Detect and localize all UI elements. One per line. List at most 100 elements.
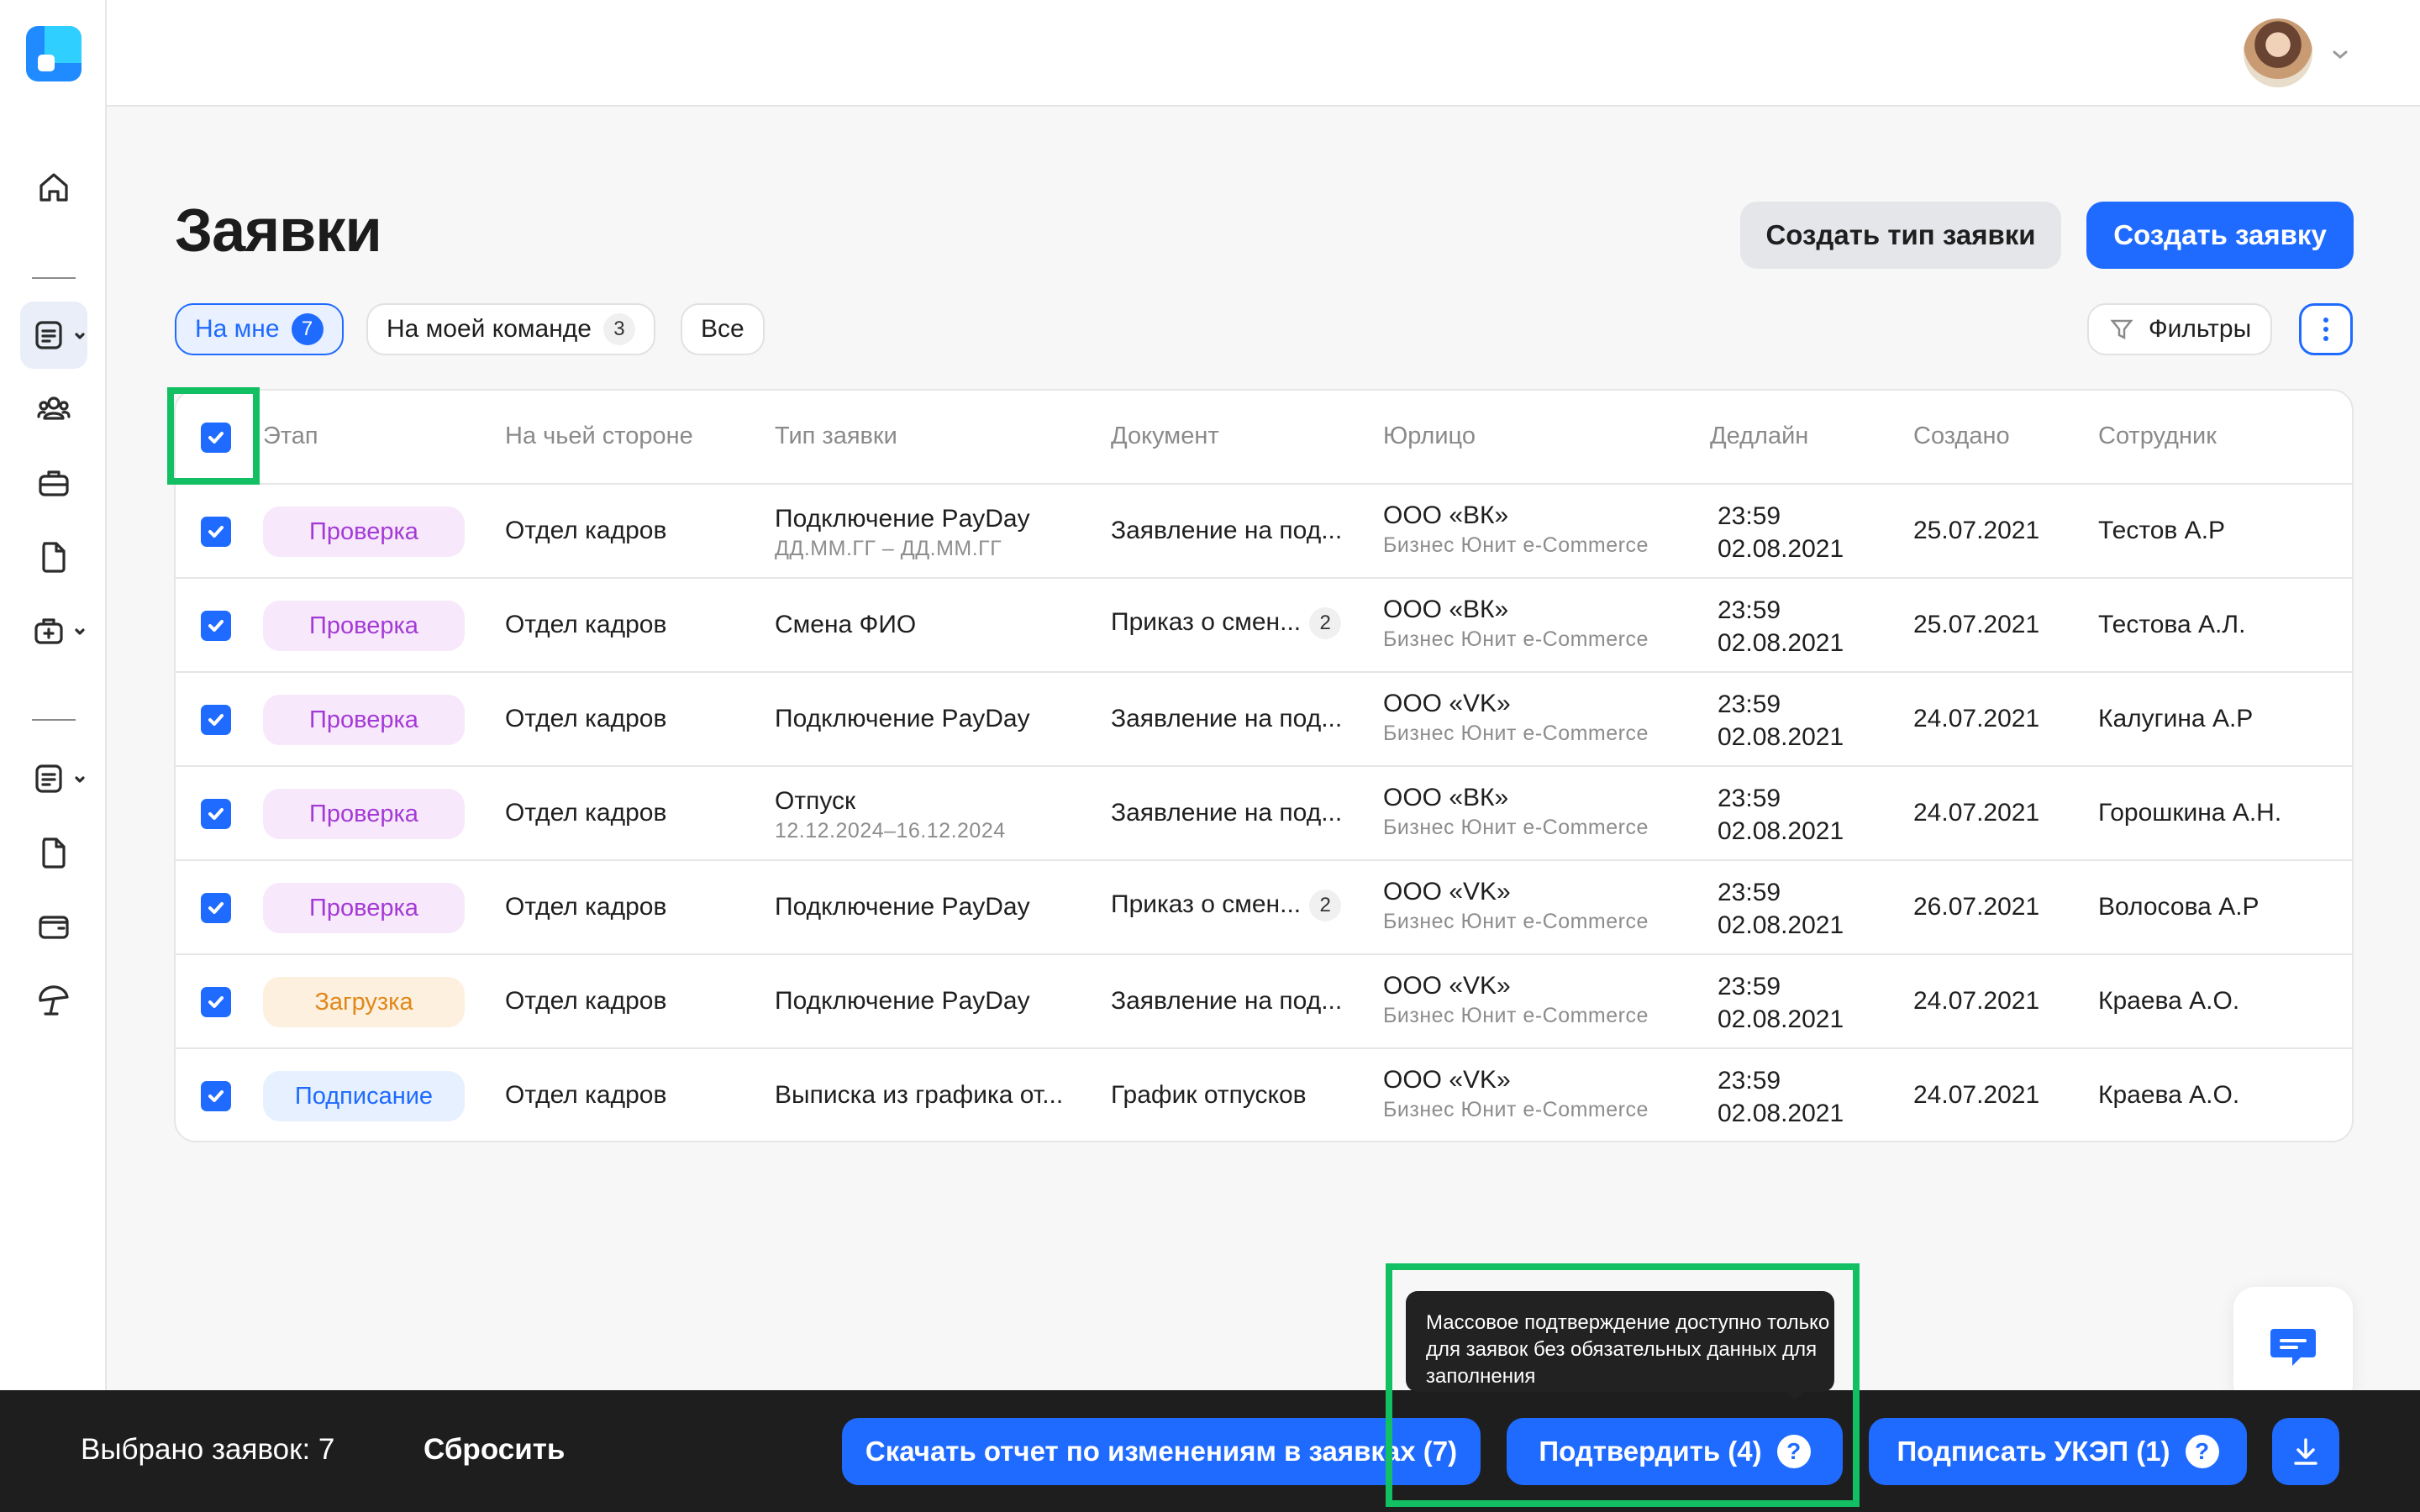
briefcase-icon[interactable] <box>20 449 87 517</box>
document-cell[interactable]: Приказ о смен... 2 <box>1111 607 1342 639</box>
tab-count-badge: 3 <box>602 313 635 345</box>
deadline-cell: 23:59 02.08.2021 <box>1718 688 1844 753</box>
table-row[interactable]: Проверка Отдел кадров Подключение PayDay… <box>176 485 2352 579</box>
table-row[interactable]: Проверка Отдел кадров Смена ФИО Приказ о… <box>176 579 2352 673</box>
column-header[interactable]: Создано <box>1913 423 2010 450</box>
org-unit: Бизнес Юнит e-Commerce <box>1383 1098 1649 1121</box>
download-icon <box>2294 1438 2317 1465</box>
deadline-time: 23:59 <box>1718 596 1781 624</box>
tab-all[interactable]: Все <box>681 303 765 355</box>
table-row[interactable]: Проверка Отдел кадров Отпуск 12.12.2024–1… <box>176 767 2352 861</box>
tab-on-me[interactable]: На мне 7 <box>175 303 344 355</box>
document-cell[interactable]: Заявление на под... <box>1111 705 1342 733</box>
type-label: Подключение PayDay <box>775 987 1030 1015</box>
type-cell: Подключение PayDay <box>775 987 1030 1016</box>
list-icon[interactable] <box>20 745 87 812</box>
app-logo[interactable] <box>26 26 82 81</box>
more-options-button[interactable] <box>2299 303 2353 355</box>
created-cell: 24.07.2021 <box>1913 705 2040 732</box>
type-cell: Отпуск 12.12.2024–16.12.2024 <box>775 787 1006 843</box>
download-button[interactable] <box>2272 1418 2339 1485</box>
side-cell: Отдел кадров <box>505 987 667 1015</box>
column-header[interactable]: На чьей стороне <box>505 423 693 450</box>
reset-button[interactable]: Сбросить <box>424 1433 565 1467</box>
page-title: Заявки <box>175 197 382 265</box>
created-cell: 24.07.2021 <box>1913 1081 2040 1109</box>
type-dates: ДД.ММ.ГГ – ДД.ММ.ГГ <box>775 537 1002 560</box>
org-cell: ООО «ВК» Бизнес Юнит e-Commerce <box>1383 784 1649 840</box>
create-request-button[interactable]: Создать заявку <box>2086 202 2354 269</box>
user-avatar[interactable] <box>2244 18 2312 87</box>
type-cell: Подключение PayDay ДД.ММ.ГГ – ДД.ММ.ГГ <box>775 505 1030 561</box>
row-checkbox[interactable] <box>201 987 231 1017</box>
help-icon[interactable]: ? <box>1776 1435 1811 1468</box>
org-unit: Бизнес Юнит e-Commerce <box>1383 910 1649 933</box>
column-header[interactable]: Документ <box>1111 423 1219 450</box>
column-header[interactable]: Этап <box>263 423 318 450</box>
stage-badge: Проверка <box>263 601 465 651</box>
column-header[interactable]: Сотрудник <box>2098 423 2217 450</box>
document-label: Заявление на под... <box>1111 987 1343 1015</box>
help-icon[interactable]: ? <box>2185 1435 2219 1468</box>
requests-icon[interactable] <box>20 302 87 369</box>
sign-ukep-button[interactable]: Подписать УКЭП (1) ? <box>1869 1418 2247 1485</box>
home-icon[interactable] <box>20 154 87 221</box>
column-header[interactable]: Дедлайн <box>1710 423 1808 450</box>
tab-my-team[interactable]: На моей команде 3 <box>366 303 655 355</box>
document-cell[interactable]: Заявление на под... <box>1111 517 1342 545</box>
filters-button[interactable]: Фильтры <box>2087 303 2272 355</box>
employee-cell: Калугина А.Р <box>2098 705 2254 732</box>
umbrella-icon[interactable] <box>20 967 87 1034</box>
confirm-button[interactable]: Подтвердить (4) ? <box>1507 1418 1843 1485</box>
table-row[interactable]: Проверка Отдел кадров Подключение PayDay… <box>176 861 2352 955</box>
chat-button[interactable] <box>2233 1287 2353 1406</box>
document-cell[interactable]: Приказ о смен... 2 <box>1111 890 1342 921</box>
org-unit: Бизнес Юнит e-Commerce <box>1383 816 1649 839</box>
table-row[interactable]: Подписание Отдел кадров Выписка из графи… <box>176 1049 2352 1141</box>
org-name: ООО «ВК» <box>1383 501 1509 529</box>
row-checkbox[interactable] <box>201 893 231 923</box>
created-cell: 25.07.2021 <box>1913 517 2040 544</box>
medkit-icon[interactable] <box>20 597 87 664</box>
selected-count: Выбрано заявок: 7 <box>81 1433 335 1466</box>
deadline-date: 02.08.2021 <box>1718 1005 1844 1033</box>
org-name: ООО «VK» <box>1383 690 1511 717</box>
column-header[interactable]: Юрлицо <box>1383 423 1476 450</box>
row-checkbox[interactable] <box>201 1081 231 1111</box>
file-icon[interactable] <box>20 819 87 886</box>
document-label: Приказ о смен... <box>1111 890 1302 918</box>
team-icon[interactable] <box>20 375 87 443</box>
document-cell[interactable]: Заявление на под... <box>1111 799 1342 827</box>
document-label: Приказ о смен... <box>1111 607 1302 636</box>
wallet-icon[interactable] <box>20 893 87 960</box>
side-cell: Отдел кадров <box>505 799 667 827</box>
tab-count-badge: 7 <box>291 313 324 345</box>
select-all-checkbox[interactable] <box>201 423 231 453</box>
top-bar <box>107 0 2420 107</box>
document-cell[interactable]: Заявление на под... <box>1111 987 1342 1016</box>
employee-cell: Горошкина А.Н. <box>2098 799 2282 827</box>
deadline-date: 02.08.2021 <box>1718 1100 1844 1127</box>
type-label: Отпуск <box>775 787 856 815</box>
row-checkbox[interactable] <box>201 611 231 641</box>
deadline-cell: 23:59 02.08.2021 <box>1718 500 1844 565</box>
document-cell[interactable]: График отпусков <box>1111 1081 1307 1110</box>
table-row[interactable]: Проверка Отдел кадров Подключение PayDay… <box>176 673 2352 767</box>
row-checkbox[interactable] <box>201 799 231 829</box>
sign-label: Подписать УКЭП (1) <box>1897 1436 2170 1467</box>
employee-cell: Краева А.О. <box>2098 987 2240 1015</box>
deadline-date: 02.08.2021 <box>1718 911 1844 939</box>
row-checkbox[interactable] <box>201 517 231 547</box>
column-header[interactable]: Тип заявки <box>775 423 897 450</box>
type-dates: 12.12.2024–16.12.2024 <box>775 819 1006 843</box>
create-request-type-button[interactable]: Создать тип заявки <box>1740 202 2061 269</box>
download-report-button[interactable]: Скачать отчет по изменениям в заявках (7… <box>842 1418 1481 1485</box>
table-row[interactable]: Загрузка Отдел кадров Подключение PayDay… <box>176 955 2352 1049</box>
type-cell: Смена ФИО <box>775 611 916 639</box>
row-checkbox[interactable] <box>201 705 231 735</box>
document-icon[interactable] <box>20 523 87 591</box>
org-cell: ООО «VK» Бизнес Юнит e-Commerce <box>1383 1066 1649 1122</box>
stage-badge: Проверка <box>263 695 465 745</box>
chevron-down-icon[interactable] <box>2329 44 2351 66</box>
type-cell: Подключение PayDay <box>775 893 1030 921</box>
